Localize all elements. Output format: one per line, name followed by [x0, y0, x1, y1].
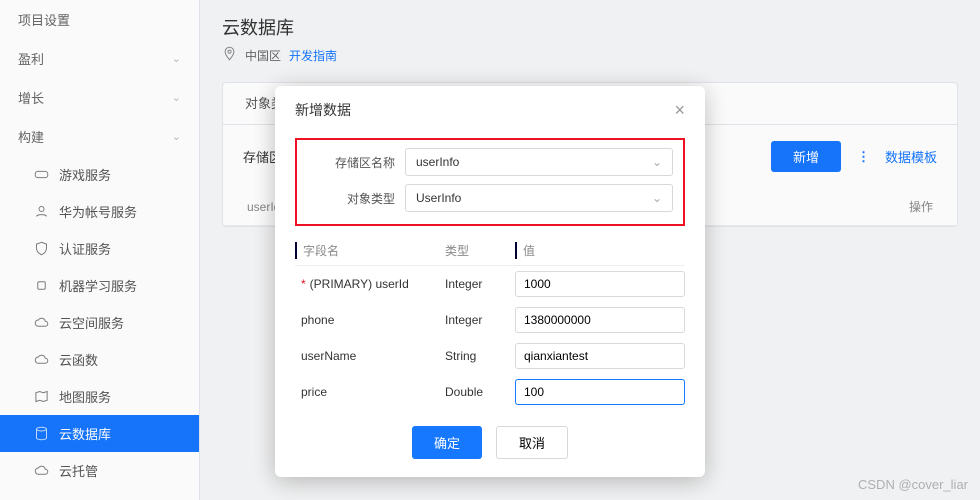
chevron-down-icon: ⌄	[652, 191, 662, 205]
field-type: Double	[445, 385, 515, 399]
field-name: price	[295, 385, 445, 399]
field-name: *(PRIMARY) userId	[295, 277, 445, 291]
field-value-input[interactable]	[515, 307, 685, 333]
field-name: userName	[295, 349, 445, 363]
confirm-button[interactable]: 确定	[412, 426, 482, 459]
col-type-header: 类型	[445, 242, 515, 259]
cancel-button[interactable]: 取消	[496, 426, 568, 459]
col-field-header: 字段名	[295, 242, 445, 259]
modal-title: 新增数据	[295, 100, 351, 120]
field-type: Integer	[445, 313, 515, 327]
field-name: phone	[295, 313, 445, 327]
field-type: Integer	[445, 277, 515, 291]
col-value-header: 值	[515, 242, 685, 259]
highlighted-form-section: 存储区名称 userInfo⌄ 对象类型 UserInfo⌄	[295, 138, 685, 226]
modal-object-select[interactable]: UserInfo⌄	[405, 184, 673, 212]
add-data-modal: 新增数据 × 存储区名称 userInfo⌄ 对象类型 UserInfo⌄ 字段…	[275, 86, 705, 477]
field-row: priceDouble	[295, 374, 685, 410]
chevron-down-icon: ⌄	[652, 155, 662, 169]
field-value-input[interactable]	[515, 379, 685, 405]
modal-overlay: 新增数据 × 存储区名称 userInfo⌄ 对象类型 UserInfo⌄ 字段…	[0, 0, 980, 500]
modal-object-label: 对象类型	[307, 190, 395, 207]
close-icon[interactable]: ×	[674, 101, 685, 119]
field-row: phoneInteger	[295, 302, 685, 338]
field-row: userNameString	[295, 338, 685, 374]
field-value-input[interactable]	[515, 271, 685, 297]
modal-storage-label: 存储区名称	[307, 154, 395, 171]
field-value-input[interactable]	[515, 343, 685, 369]
field-type: String	[445, 349, 515, 363]
modal-storage-select[interactable]: userInfo⌄	[405, 148, 673, 176]
field-row: *(PRIMARY) userIdInteger	[295, 266, 685, 302]
